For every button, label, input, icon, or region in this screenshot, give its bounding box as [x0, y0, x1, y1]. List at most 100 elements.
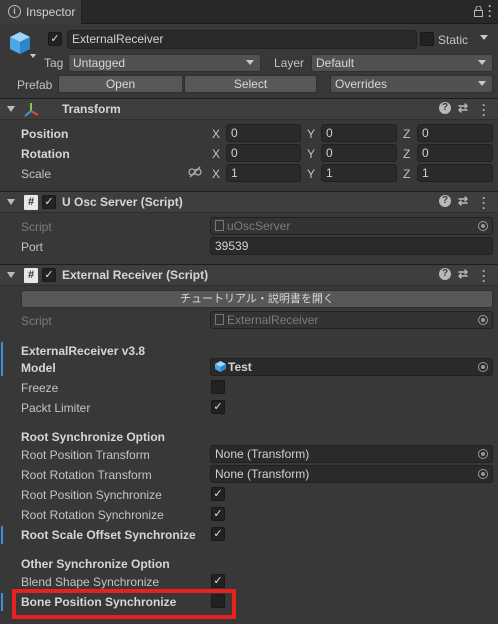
- axis-z-label[interactable]: Z: [403, 167, 410, 181]
- kebab-menu-icon[interactable]: · · ·: [482, 192, 486, 214]
- prefab-open-button[interactable]: Open: [58, 75, 183, 93]
- foldout-arrow-icon[interactable]: [7, 106, 15, 112]
- lock-icon[interactable]: [474, 5, 483, 17]
- prefab-select-button[interactable]: Select: [184, 75, 317, 93]
- scale-x-field[interactable]: 1: [226, 164, 301, 182]
- kebab-menu-icon[interactable]: · · ·: [488, 0, 492, 22]
- root-position-transform-value: None (Transform): [215, 447, 310, 461]
- blend-shape-sync-label: Blend Shape Synchronize: [21, 575, 160, 589]
- packt-limiter-checkbox[interactable]: ✓: [211, 400, 225, 414]
- other-sync-heading: Other Synchronize Option: [21, 557, 170, 571]
- cube-icon: [215, 360, 226, 372]
- chevron-down-icon: [246, 60, 254, 65]
- axis-y-label[interactable]: Y: [307, 147, 315, 161]
- model-field[interactable]: Test: [210, 358, 493, 376]
- osc-script-value: uOscServer: [227, 219, 291, 233]
- osc-server-enabled-checkbox[interactable]: ✓: [42, 195, 56, 209]
- gameobject-name-field[interactable]: ExternalReceiver: [67, 30, 417, 49]
- preset-icon[interactable]: ⇄: [458, 267, 468, 281]
- axis-y-label[interactable]: Y: [307, 127, 315, 141]
- root-rotation-sync-checkbox[interactable]: ✓: [211, 507, 225, 521]
- foldout-arrow-icon[interactable]: [7, 272, 15, 278]
- layer-dropdown[interactable]: Default: [311, 54, 493, 72]
- rotation-x-field[interactable]: 0: [226, 144, 301, 162]
- external-receiver-enabled-checkbox[interactable]: ✓: [42, 268, 56, 282]
- port-label: Port: [21, 240, 44, 254]
- er-script-value: ExternalReceiver: [227, 313, 319, 327]
- script-icon: #: [24, 195, 38, 210]
- prefab-label: Prefab: [17, 78, 53, 92]
- root-scale-offset-sync-checkbox[interactable]: ✓: [211, 527, 225, 541]
- kebab-menu-icon[interactable]: · · ·: [482, 99, 486, 121]
- object-picker-icon[interactable]: [478, 449, 488, 459]
- static-dropdown[interactable]: [474, 30, 494, 49]
- model-value: Test: [228, 360, 252, 374]
- overrides-label: Overrides: [335, 77, 388, 91]
- root-scale-offset-sync-label: Root Scale Offset Synchronize: [21, 528, 196, 542]
- transform-title: Transform: [62, 102, 121, 116]
- root-position-sync-label: Root Position Synchronize: [21, 488, 162, 502]
- root-position-sync-checkbox[interactable]: ✓: [211, 487, 225, 501]
- axis-x-label[interactable]: X: [212, 147, 220, 161]
- position-z-field[interactable]: 0: [417, 124, 493, 142]
- root-position-transform-field[interactable]: None (Transform): [210, 445, 493, 463]
- scale-z-field[interactable]: 1: [417, 164, 493, 182]
- transform-icon: [23, 102, 39, 118]
- override-indicator: [1, 342, 3, 376]
- gameobject-icon[interactable]: [8, 30, 36, 58]
- axis-z-label[interactable]: Z: [403, 147, 410, 161]
- er-script-label: Script: [21, 314, 52, 328]
- foldout-arrow-icon[interactable]: [7, 199, 15, 205]
- position-y-field[interactable]: 0: [321, 124, 397, 142]
- static-label: Static: [438, 33, 469, 47]
- kebab-menu-icon[interactable]: · · ·: [482, 265, 486, 287]
- chevron-down-icon: [478, 81, 486, 86]
- gameobject-active-checkbox[interactable]: ✓: [48, 32, 62, 46]
- override-indicator: [1, 593, 3, 611]
- tag-dropdown[interactable]: Untagged: [68, 54, 261, 72]
- blend-shape-sync-checkbox[interactable]: ✓: [211, 574, 225, 588]
- transform-header[interactable]: Transform ? ⇄ · · ·: [0, 98, 498, 121]
- axis-z-label[interactable]: Z: [403, 127, 410, 141]
- rotation-z-field[interactable]: 0: [417, 144, 493, 162]
- scale-label: Scale: [21, 167, 52, 181]
- rotation-y-field[interactable]: 0: [321, 144, 397, 162]
- scale-y-field[interactable]: 1: [321, 164, 397, 182]
- object-picker-icon[interactable]: [478, 362, 488, 372]
- object-picker-icon[interactable]: [478, 469, 488, 479]
- freeze-checkbox[interactable]: [211, 380, 225, 394]
- preset-icon[interactable]: ⇄: [458, 194, 468, 208]
- help-icon[interactable]: ?: [439, 195, 451, 207]
- axis-x-label[interactable]: X: [212, 127, 220, 141]
- osc-script-field: uOscServer: [210, 217, 493, 235]
- axis-y-label[interactable]: Y: [307, 167, 315, 181]
- object-picker-icon: [478, 221, 488, 231]
- root-rotation-sync-label: Root Rotation Synchronize: [21, 508, 164, 522]
- position-x-field[interactable]: 0: [226, 124, 301, 142]
- packt-limiter-label: Packt Limiter: [21, 401, 91, 415]
- preset-icon[interactable]: ⇄: [458, 101, 468, 115]
- static-checkbox[interactable]: [420, 32, 434, 46]
- tab-inspector[interactable]: i Inspector: [0, 0, 82, 24]
- prefab-overrides-dropdown[interactable]: Overrides: [330, 75, 493, 93]
- help-icon[interactable]: ?: [439, 268, 451, 280]
- tag-value: Untagged: [73, 56, 126, 70]
- tutorial-button[interactable]: チュートリアル・説明書を開く: [21, 290, 493, 308]
- model-label: Model: [21, 361, 56, 375]
- script-icon: #: [24, 268, 38, 283]
- constrain-proportions-icon[interactable]: [188, 166, 202, 178]
- root-rotation-transform-field[interactable]: None (Transform): [210, 465, 493, 483]
- tab-label: Inspector: [26, 5, 76, 19]
- layer-label: Layer: [274, 56, 305, 70]
- root-position-transform-label: Root Position Transform: [21, 448, 150, 462]
- external-receiver-header[interactable]: # ✓ External Receiver (Script) ? ⇄ · · ·: [0, 264, 498, 287]
- osc-server-header[interactable]: # ✓ U Osc Server (Script) ? ⇄ · · ·: [0, 191, 498, 214]
- root-rotation-transform-label: Root Rotation Transform: [21, 468, 152, 482]
- axis-x-label[interactable]: X: [212, 167, 220, 181]
- help-icon[interactable]: ?: [439, 102, 451, 114]
- root-sync-heading: Root Synchronize Option: [21, 430, 165, 444]
- layer-value: Default: [316, 56, 355, 70]
- osc-server-title: U Osc Server (Script): [62, 195, 183, 209]
- override-indicator: [1, 526, 3, 544]
- port-field[interactable]: 39539: [210, 237, 493, 255]
